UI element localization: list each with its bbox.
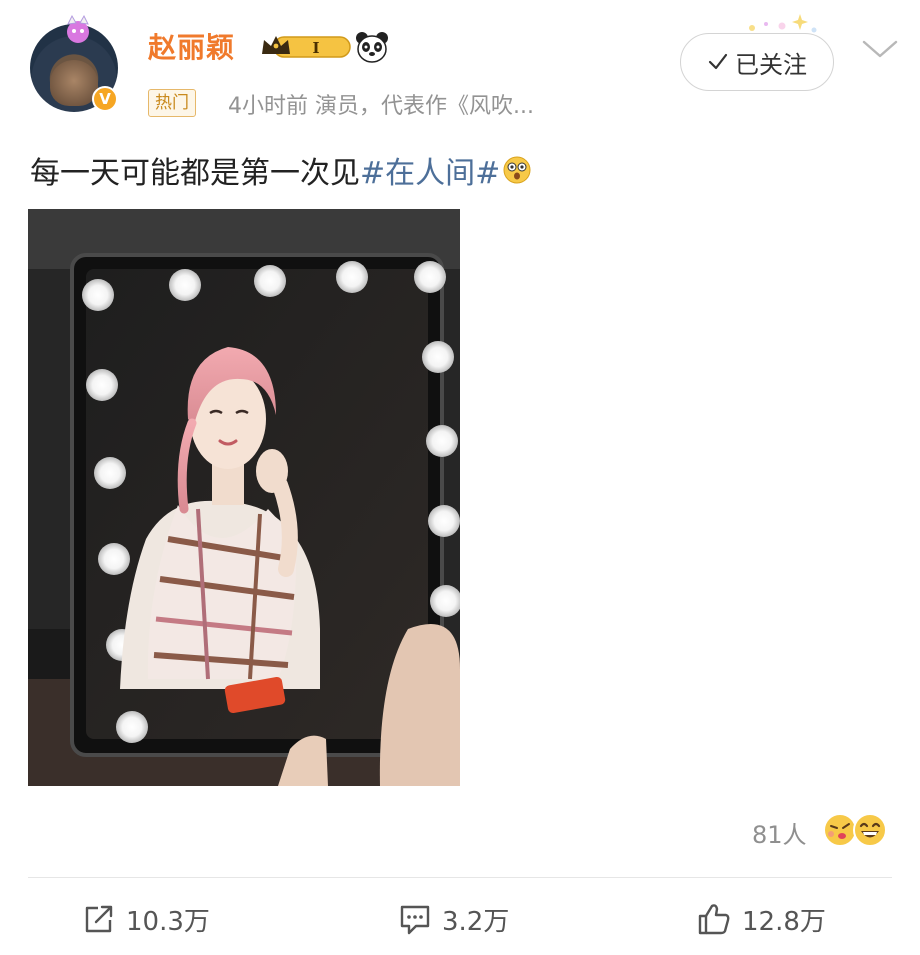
vip-level: I <box>312 39 319 57</box>
hot-badge: 热门 <box>148 89 196 117</box>
check-icon <box>708 53 728 70</box>
post-photo[interactable] <box>28 209 460 786</box>
post-meta: 4小时前 演员，代表作《风吹... <box>228 94 534 119</box>
post-text: 每一天可能都是第一次见 #在人间# <box>30 148 532 192</box>
like-button[interactable]: 12.8万 <box>696 896 826 942</box>
reactions-count[interactable]: 81人 <box>752 815 807 850</box>
divider <box>28 877 892 878</box>
shocked-emoji-icon <box>503 156 531 184</box>
avatar-pendant-icon <box>67 14 89 43</box>
comment-count: 3.2万 <box>442 906 510 937</box>
verified-badge: V <box>92 86 118 112</box>
laugh-emoji-icon <box>853 813 887 847</box>
avatar-face <box>50 60 98 106</box>
repost-icon <box>85 905 113 933</box>
comment-button[interactable]: 3.2万 <box>398 896 509 942</box>
like-icon <box>698 904 730 935</box>
author-name[interactable]: 赵丽颖 <box>148 26 235 66</box>
repost-count: 10.3万 <box>126 906 210 937</box>
follow-button-label: 已关注 <box>735 50 807 79</box>
vip-crown-icon: I <box>262 36 351 58</box>
repost-button[interactable]: 10.3万 <box>82 896 210 942</box>
more-chevron-icon[interactable] <box>860 36 900 62</box>
hashtag-link[interactable]: #在人间# <box>360 148 500 192</box>
panda-icon <box>356 32 388 63</box>
like-count: 12.8万 <box>742 906 826 937</box>
post-text-main: 每一天可能都是第一次见 <box>30 156 360 191</box>
follow-button[interactable]: 已关注 <box>680 33 834 91</box>
comment-icon <box>400 905 430 935</box>
